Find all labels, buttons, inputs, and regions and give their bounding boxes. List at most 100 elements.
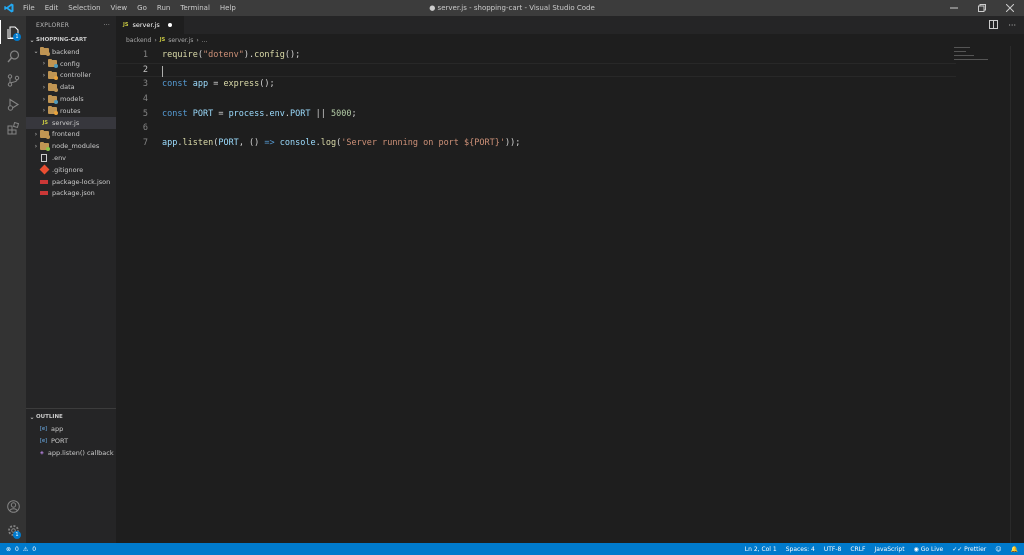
status-go-live[interactable]: ◉ Go Live bbox=[914, 546, 944, 553]
error-count: 0 bbox=[15, 545, 19, 553]
code-line[interactable]: 2 bbox=[116, 62, 956, 78]
menu-edit[interactable]: Edit bbox=[40, 0, 64, 16]
code-line[interactable]: 7 app.listen(PORT, () => console.log('Ser… bbox=[116, 136, 956, 151]
status-prettier[interactable]: ✓✓ Prettier bbox=[952, 546, 986, 553]
source-control-icon[interactable] bbox=[0, 68, 26, 92]
js-file-icon: JS bbox=[159, 37, 166, 43]
outline-item[interactable]: [e] app bbox=[26, 423, 116, 435]
restore-icon[interactable] bbox=[968, 0, 996, 16]
status-utf-8[interactable]: UTF-8 bbox=[824, 546, 842, 553]
js-file-icon: JS bbox=[42, 119, 48, 126]
code-line[interactable]: 4 bbox=[116, 92, 956, 107]
code-token: ). bbox=[243, 50, 255, 61]
line-number: 3 bbox=[142, 79, 148, 90]
tree-item[interactable]: .gitignore bbox=[26, 164, 116, 176]
tree-item-label: routes bbox=[60, 106, 81, 115]
more-actions-icon[interactable]: ··· bbox=[1008, 21, 1016, 30]
outline-list: [e] app [e] PORT ◈ app.listen() callback bbox=[26, 423, 116, 459]
status-spaces-4[interactable]: Spaces: 4 bbox=[786, 546, 815, 553]
tree-item[interactable]: package.json bbox=[26, 188, 116, 200]
problems-indicator[interactable]: ⊗ 0 ⚠ 0 bbox=[0, 546, 36, 553]
feedback-icon[interactable]: ☺ bbox=[995, 546, 1001, 553]
code-line[interactable]: 1 require("dotenv").config(); bbox=[116, 48, 956, 63]
outline-panel: ⌄ OUTLINE [e] app [e] PORT ◈ app.listen() cal… bbox=[26, 408, 116, 459]
menu-bar: File Edit Selection View Go Run Terminal Help bbox=[18, 0, 241, 16]
settings-badge: 1 bbox=[13, 531, 21, 539]
menu-terminal[interactable]: Terminal bbox=[175, 0, 215, 16]
manage-gear-icon[interactable]: 1 bbox=[0, 518, 26, 542]
tree-item[interactable]: .env bbox=[26, 152, 116, 164]
chevron-right-icon: › bbox=[196, 36, 199, 44]
run-debug-icon[interactable] bbox=[0, 92, 26, 116]
tree-item[interactable]: › models bbox=[26, 93, 116, 105]
window-controls bbox=[940, 0, 1024, 16]
unsaved-dot-icon[interactable] bbox=[168, 23, 172, 27]
more-actions-icon[interactable]: ··· bbox=[104, 22, 110, 29]
workspace-section[interactable]: ⌄ SHOPPING-CART bbox=[26, 34, 116, 46]
vertical-scrollbar[interactable] bbox=[1010, 46, 1024, 543]
code-token: , () bbox=[238, 137, 265, 148]
chevron-right-icon: › bbox=[42, 107, 46, 115]
explorer-icon[interactable]: 1 bbox=[0, 20, 26, 44]
code-token: (); bbox=[284, 50, 301, 61]
explorer-title: EXPLORER bbox=[36, 21, 70, 29]
explorer-badge: 1 bbox=[13, 33, 21, 41]
menu-view[interactable]: View bbox=[106, 0, 133, 16]
tree-item[interactable]: ⌄ backend bbox=[26, 46, 116, 58]
tree-item[interactable]: › routes bbox=[26, 105, 116, 117]
tree-item[interactable]: › frontend bbox=[26, 129, 116, 141]
code-line[interactable]: 3 const app = express(); bbox=[116, 77, 956, 92]
npm-file-icon bbox=[40, 191, 48, 196]
tab-server-js[interactable]: JS server.js bbox=[116, 16, 184, 34]
code-token: log bbox=[320, 137, 337, 148]
split-editor-icon[interactable] bbox=[989, 19, 999, 31]
code-line[interactable]: 5 const PORT = process.env.PORT || 5000; bbox=[116, 106, 956, 121]
close-icon[interactable] bbox=[996, 0, 1024, 16]
folder-icon bbox=[48, 106, 58, 116]
menu-help[interactable]: Help bbox=[215, 0, 241, 16]
tree-item-label: models bbox=[60, 95, 84, 104]
search-icon[interactable] bbox=[0, 44, 26, 68]
explorer-header: EXPLORER ··· bbox=[26, 16, 116, 34]
tree-item[interactable]: › node_modules bbox=[26, 140, 116, 152]
code-line[interactable]: 6 bbox=[116, 121, 956, 136]
outline-item[interactable]: [e] PORT bbox=[26, 435, 116, 447]
chevron-right-icon: › bbox=[42, 60, 46, 68]
code-token: (); bbox=[259, 79, 275, 90]
minimap[interactable] bbox=[954, 46, 1009, 106]
code-token: PORT bbox=[290, 108, 311, 119]
tree-item[interactable]: package-lock.json bbox=[26, 176, 116, 188]
status-ln-2-col-1[interactable]: Ln 2, Col 1 bbox=[745, 546, 777, 553]
menu-file[interactable]: File bbox=[18, 0, 40, 16]
editor-actions: ··· bbox=[989, 16, 1016, 34]
tree-item[interactable]: JS server.js bbox=[26, 116, 116, 129]
chevron-right-icon: › bbox=[34, 142, 38, 150]
line-number: 1 bbox=[142, 50, 148, 61]
status-bar: ⊗ 0 ⚠ 0 Ln 2, Col 1 Spaces: 4 UTF-8 CRLF Jav… bbox=[0, 543, 1024, 555]
status-crlf[interactable]: CRLF bbox=[850, 546, 865, 553]
chevron-right-icon: › bbox=[42, 95, 46, 103]
minimize-icon[interactable] bbox=[940, 0, 968, 16]
menu-go[interactable]: Go bbox=[132, 0, 152, 16]
code-editor[interactable]: 1 require("dotenv").config(); 2 3 const app … bbox=[116, 46, 1024, 543]
js-file-icon: JS bbox=[123, 22, 129, 28]
outline-section[interactable]: ⌄ OUTLINE bbox=[26, 411, 116, 423]
extensions-icon[interactable] bbox=[0, 116, 26, 140]
explorer-sidebar: EXPLORER ··· ⌄ SHOPPING-CART ⌄ backend › co… bbox=[26, 16, 116, 543]
code-token: config bbox=[254, 50, 285, 61]
tree-item[interactable]: › controller bbox=[26, 70, 116, 82]
account-icon[interactable] bbox=[0, 494, 26, 518]
code-token: || bbox=[310, 108, 331, 119]
status-javascript[interactable]: JavaScript bbox=[875, 546, 905, 553]
tree-item[interactable]: › config bbox=[26, 58, 116, 70]
breadcrumb-folder[interactable]: backend bbox=[126, 37, 151, 44]
tree-item[interactable]: › data bbox=[26, 81, 116, 93]
status-right-items: Ln 2, Col 1 Spaces: 4 UTF-8 CRLF JavaScript ◉… bbox=[745, 543, 1018, 555]
menu-run[interactable]: Run bbox=[152, 0, 175, 16]
line-number: 7 bbox=[142, 137, 148, 148]
notifications-bell-icon[interactable]: 🔔 bbox=[1011, 546, 1018, 553]
breadcrumb-more[interactable]: ... bbox=[202, 37, 208, 44]
outline-item[interactable]: ◈ app.listen() callback bbox=[26, 447, 116, 459]
menu-selection[interactable]: Selection bbox=[63, 0, 105, 16]
breadcrumb-file[interactable]: server.js bbox=[168, 37, 193, 44]
